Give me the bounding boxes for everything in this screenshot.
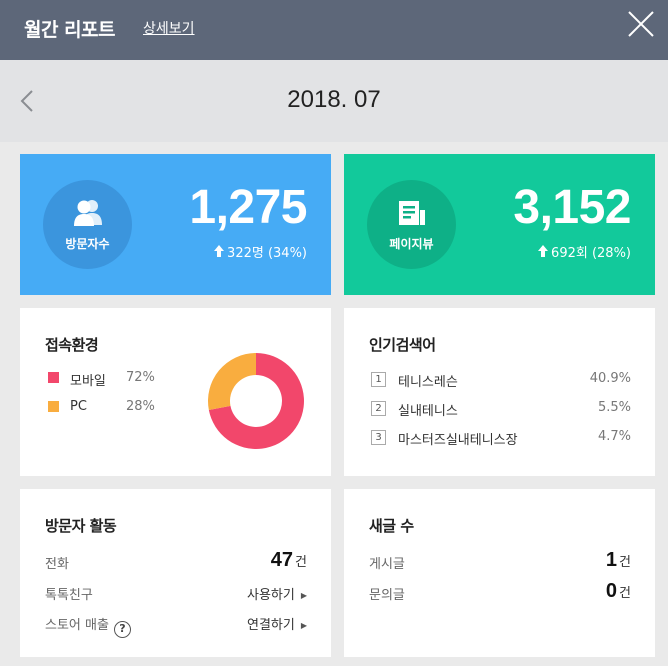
users-icon [74, 200, 102, 226]
search-item[interactable]: 3 마스터즈실내테니스장 4.7% [371, 429, 631, 448]
call-value: 47 [270, 549, 294, 571]
activity-row-talk: 톡톡친구 사용하기 ▶ [45, 580, 307, 604]
talk-action: 사용하기 [247, 588, 295, 603]
inquiry-value: 0 [605, 580, 618, 602]
call-count: 47 건 [271, 549, 307, 572]
visitors-value: 1,275 [189, 181, 307, 234]
store-label-wrap: 스토어 매출? [45, 614, 131, 638]
search-keyword: 마스터즈실내테니스장 [398, 433, 518, 448]
rank-badge: 3 [371, 430, 386, 445]
store-label: 스토어 매출 [45, 618, 109, 633]
caret-right-icon: ▶ [300, 621, 307, 630]
legend-percent-pc: 28% [126, 399, 155, 414]
report-header: 월간 리포트 상세보기 [0, 0, 668, 60]
document-icon [399, 201, 425, 225]
post-unit: 건 [619, 555, 631, 570]
activity-row-store: 스토어 매출? 연결하기 ▶ [45, 610, 307, 638]
report-month: 2018. 07 [287, 86, 381, 113]
store-action: 연결하기 [247, 618, 295, 633]
close-icon[interactable] [627, 10, 655, 38]
posts-row-inquiry: 문의글 0건 [369, 580, 631, 604]
post-count: 1건 [606, 549, 631, 572]
rank-badge: 2 [371, 401, 386, 416]
posts-title: 새글 수 [369, 517, 414, 535]
call-unit: 건 [295, 555, 307, 570]
search-keyword: 실내테니스 [398, 404, 458, 419]
pageviews-delta-text: 692회 (28%) [551, 246, 631, 261]
visitor-activity-card: 방문자 활동 전화 47 건 톡톡친구 사용하기 ▶ 스토어 매출? 연결하기 ▶ [20, 489, 331, 657]
pageviews-label: 페이지뷰 [389, 237, 434, 251]
visitors-delta-text: 322명 (34%) [227, 246, 307, 261]
pageviews-delta: 692회 (28%) [538, 242, 631, 261]
legend-name-pc: PC [70, 399, 87, 414]
popular-search-card: 인기검색어 1 테니스레슨 40.9% 2 실내테니스 5.5% 3 마스터즈실… [344, 308, 655, 476]
donut-slice-pc [208, 353, 256, 410]
visitors-card[interactable]: 방문자수 1,275 322명 (34%) [20, 154, 331, 295]
inquiry-count: 0건 [606, 580, 631, 603]
report-title: 월간 리포트 [24, 19, 116, 41]
inquiry-label: 문의글 [369, 588, 405, 603]
legend-swatch-pc [48, 401, 59, 412]
call-label: 전화 [45, 557, 69, 572]
visitors-badge: 방문자수 [43, 180, 132, 269]
search-item[interactable]: 2 실내테니스 5.5% [371, 400, 631, 419]
legend-swatch-mobile [48, 372, 59, 383]
talk-use-link[interactable]: 사용하기 ▶ [247, 584, 307, 603]
search-percent: 5.5% [597, 400, 631, 415]
search-item[interactable]: 1 테니스레슨 40.9% [371, 371, 631, 390]
legend-percent-mobile: 72% [126, 370, 155, 385]
new-posts-card: 새글 수 게시글 1건 문의글 0건 [344, 489, 655, 657]
date-navigator: 2018. 07 [0, 60, 668, 142]
talk-label: 톡톡친구 [45, 588, 93, 603]
pageviews-value: 3,152 [513, 181, 631, 234]
environment-card: 접속환경 모바일 72% PC 28% [20, 308, 331, 476]
search-percent: 4.7% [597, 429, 631, 444]
store-connect-link[interactable]: 연결하기 ▶ [247, 614, 307, 633]
post-value: 1 [605, 549, 618, 571]
legend-name-mobile: 모바일 [70, 374, 106, 389]
environment-donut-chart [208, 353, 304, 449]
pageviews-card[interactable]: 페이지뷰 3,152 692회 (28%) [344, 154, 655, 295]
posts-row-post: 게시글 1건 [369, 549, 631, 573]
pageviews-badge: 페이지뷰 [367, 180, 456, 269]
activity-title: 방문자 활동 [45, 517, 117, 535]
popular-search-title: 인기검색어 [369, 336, 436, 354]
visitors-label: 방문자수 [65, 237, 110, 251]
rank-badge: 1 [371, 372, 386, 387]
environment-title: 접속환경 [45, 336, 99, 354]
arrow-up-icon [538, 245, 549, 257]
visitors-delta: 322명 (34%) [214, 242, 307, 261]
search-keyword: 테니스레슨 [398, 375, 458, 390]
activity-row-call: 전화 47 건 [45, 549, 307, 573]
inquiry-unit: 건 [619, 586, 631, 601]
caret-right-icon: ▶ [300, 591, 307, 600]
post-label: 게시글 [369, 557, 405, 572]
help-icon[interactable]: ? [113, 621, 131, 638]
detail-link[interactable]: 상세보기 [143, 18, 195, 38]
arrow-up-icon [214, 245, 225, 257]
search-percent: 40.9% [589, 371, 631, 386]
